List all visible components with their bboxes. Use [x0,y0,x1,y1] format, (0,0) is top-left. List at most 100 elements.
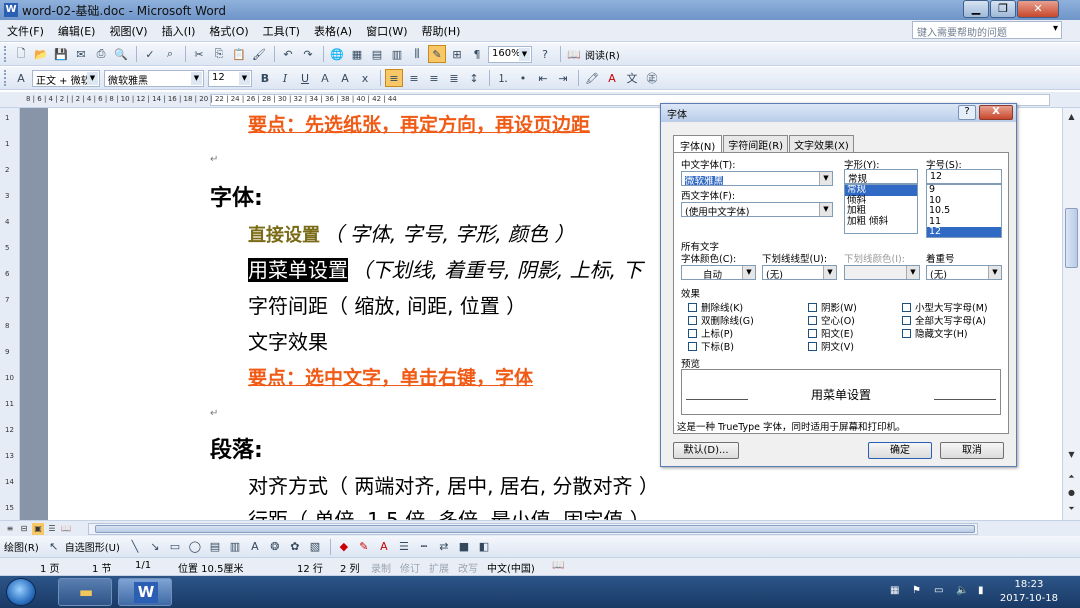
menu-tools[interactable]: 工具(T) [256,23,307,39]
font-style-list[interactable]: 常规 倾斜 加粗 加粗 倾斜 [844,184,918,234]
line-color-icon[interactable]: ✎ [355,538,373,556]
columns-icon[interactable]: ⫼ [408,45,426,63]
toolbar-grip[interactable] [4,46,8,62]
decrease-indent-icon[interactable]: ⇤ [534,69,552,87]
strikethrough-checkbox[interactable]: 删除线(K) [688,300,743,314]
arrow-style-icon[interactable]: ⇄ [435,538,453,556]
list-item[interactable]: 12 [927,226,1001,237]
spelling-status-icon[interactable]: 📖 [552,560,564,571]
align-right-icon[interactable]: ≡ [425,69,443,87]
help-icon[interactable]: ? [536,45,554,63]
chevron-down-icon[interactable]: ▼ [239,71,250,85]
font-color-combo[interactable]: 自动 ▼ [681,265,756,280]
subscript-checkbox[interactable]: 下标(B) [688,339,734,353]
rectangle-icon[interactable]: ▭ [166,538,184,556]
engrave-checkbox[interactable]: 阴文(V) [808,339,854,353]
bullets-icon[interactable]: • [514,69,532,87]
italic-icon[interactable]: I [276,69,294,87]
vertical-text-box-icon[interactable]: ▥ [226,538,244,556]
scroll-thumb[interactable] [1065,208,1078,268]
monitor-icon[interactable]: ▭ [934,585,943,596]
horizontal-scrollbar[interactable] [88,523,978,535]
highlight-icon[interactable]: 🖍 [583,69,601,87]
dialog-title-bar[interactable]: 字体 ? X [661,104,1016,122]
word-taskbar-button[interactable]: W [118,578,172,606]
toolbar-grip[interactable] [4,70,8,86]
chevron-down-icon[interactable]: ▼ [823,266,836,279]
redo-icon[interactable]: ↷ [299,45,317,63]
justify-icon[interactable]: ≣ [445,69,463,87]
bold-icon[interactable]: B [256,69,274,87]
font-size-input[interactable]: 12 [926,169,1002,184]
dialog-help-button[interactable]: ? [958,105,976,120]
insert-excel-icon[interactable]: ▥ [388,45,406,63]
fill-color-icon[interactable]: ◆ [335,538,353,556]
diagram-icon[interactable]: ❂ [266,538,284,556]
chevron-down-icon[interactable]: ▼ [519,47,530,61]
new-document-icon[interactable]: 🗋 [12,45,30,63]
hyperlink-icon[interactable]: 🌐 [328,45,346,63]
all-caps-checkbox[interactable]: 全部大写字母(A) [902,313,986,327]
scroll-down-icon[interactable]: ▼ [1065,448,1078,462]
print-view-icon[interactable]: ▣ [32,522,44,535]
increase-indent-icon[interactable]: ⇥ [554,69,572,87]
underline-style-combo[interactable]: (无) ▼ [762,265,837,280]
list-item[interactable]: 加粗 倾斜 [845,216,917,228]
picture-icon[interactable]: ▧ [306,538,324,556]
text-box-icon[interactable]: ▤ [206,538,224,556]
paste-icon[interactable]: 📋 [230,45,248,63]
wordart-icon[interactable]: A [246,538,264,556]
double-strikethrough-checkbox[interactable]: 双删除线(G) [688,313,754,327]
spelling-icon[interactable]: ✓ [141,45,159,63]
document-map-icon[interactable]: ⊞ [448,45,466,63]
font-size-list[interactable]: 9 10 10.5 11 12 [926,184,1002,238]
permission-icon[interactable]: ✉ [72,45,90,63]
action-center-icon[interactable]: ⚑ [912,585,921,596]
font-select[interactable]: 微软雅黑 ▼ [104,69,204,87]
cut-icon[interactable]: ✂ [190,45,208,63]
selected-text[interactable]: 用菜单设置 [248,258,348,282]
restore-button[interactable]: ❐ [990,0,1016,18]
open-folder-icon[interactable]: 📂 [32,45,50,63]
menu-insert[interactable]: 插入(I) [155,23,203,39]
chevron-down-icon[interactable]: ▼ [988,266,1001,279]
read-icon[interactable]: 📖 [565,45,583,63]
network-icon[interactable]: ▦ [890,585,899,596]
chevron-down-icon[interactable]: ▼ [819,203,832,216]
chevron-down-icon[interactable]: ▾ [1053,23,1058,34]
help-search-input[interactable]: 键入需要帮助的问题 ▾ [912,21,1062,39]
chevron-down-icon[interactable]: ▼ [87,71,98,85]
status-track[interactable]: 修订 [400,560,420,575]
list-item[interactable]: 10.5 [927,205,1001,217]
underline-icon[interactable]: U [296,69,314,87]
line-icon[interactable]: ╲ [126,538,144,556]
menu-format[interactable]: 格式(O) [202,23,255,39]
character-shading-icon[interactable]: A [336,69,354,87]
3d-style-icon[interactable]: ◧ [475,538,493,556]
style-select[interactable]: 正文 + 微软 ▼ [32,69,100,87]
word-app-icon[interactable]: W [4,3,18,17]
zoom-select[interactable]: 160% ▼ [488,45,532,63]
west-font-combo[interactable]: (使用中文字体) ▼ [681,202,833,217]
list-item[interactable]: 加粗 [845,205,917,217]
menu-edit[interactable]: 编辑(E) [51,23,103,39]
menu-file[interactable]: 文件(F) [0,23,51,39]
align-center-icon[interactable]: ≡ [405,69,423,87]
oval-icon[interactable]: ◯ [186,538,204,556]
read-button[interactable]: 阅读(R) [585,47,620,62]
copy-icon[interactable]: ⎘ [210,45,228,63]
dialog-close-button[interactable]: X [979,105,1013,120]
status-overtype[interactable]: 改写 [458,560,478,575]
superscript-checkbox[interactable]: 上标(P) [688,326,733,340]
previous-page-icon[interactable]: ⏶ [1065,470,1078,484]
small-caps-checkbox[interactable]: 小型大写字母(M) [902,300,988,314]
clip-art-icon[interactable]: ✿ [286,538,304,556]
reading-view-icon[interactable]: 📖 [60,523,72,535]
menu-view[interactable]: 视图(V) [102,23,154,39]
list-item[interactable]: 9 [927,185,1001,196]
default-button[interactable]: 默认(D)... [673,442,739,459]
explorer-taskbar-button[interactable]: ▬ [58,578,112,606]
normal-view-icon[interactable]: ≡ [4,523,16,535]
undo-icon[interactable]: ↶ [279,45,297,63]
scroll-thumb[interactable] [95,525,975,533]
